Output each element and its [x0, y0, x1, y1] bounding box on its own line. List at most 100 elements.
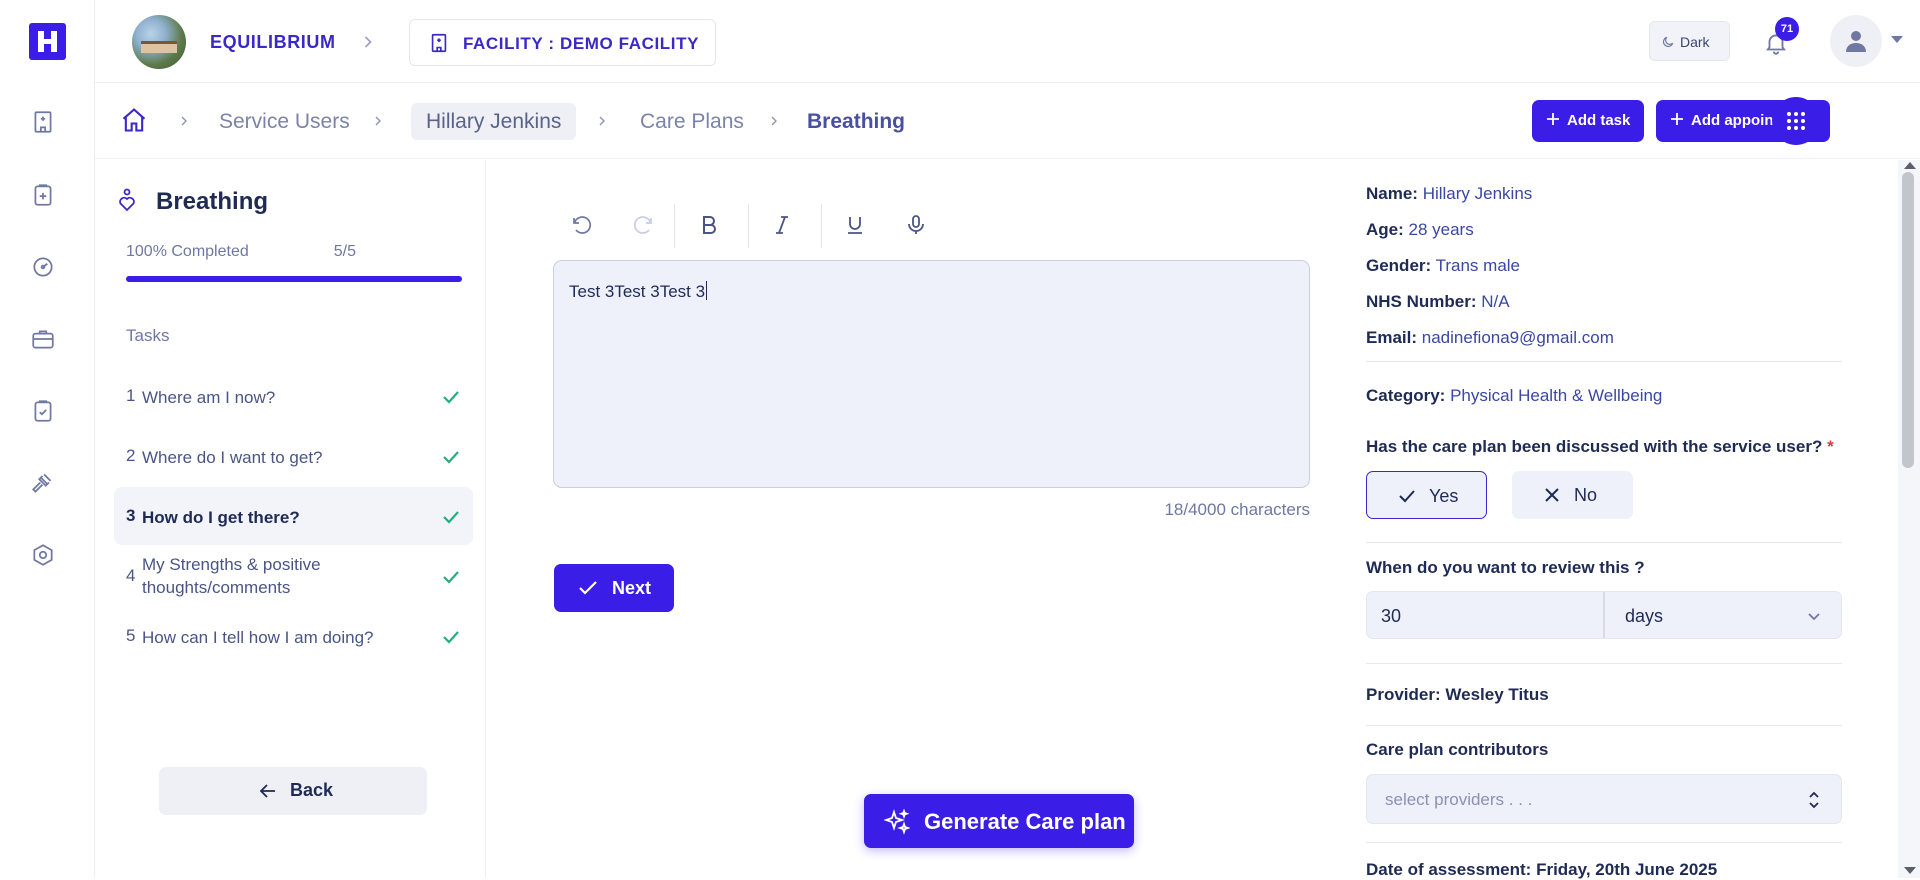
undo-icon[interactable]: [570, 213, 594, 237]
back-label: Back: [290, 780, 334, 800]
detail-age: Age: 28 years: [1366, 220, 1474, 239]
chevron-right-icon: [358, 32, 378, 52]
chevron-right-icon: [766, 113, 782, 129]
scrollbar[interactable]: [1898, 160, 1920, 878]
task-number: 1: [126, 386, 136, 405]
facility-name: FACILITY : DEMO FACILITY: [463, 34, 700, 53]
building-icon: [428, 32, 450, 54]
breadcrumb-service-user-name[interactable]: Hillary Jenkins: [411, 103, 577, 140]
add-task-label: Add task: [1567, 112, 1631, 129]
generate-care-plan-label: Generate Care plan: [924, 809, 1126, 834]
task-number: 2: [126, 446, 136, 465]
editor-content: Test 3Test 3Test 3: [569, 282, 706, 301]
detail-assessment-date: Date of assessment: Friday, 20th June 20…: [1366, 860, 1718, 879]
breadcrumb-service-users[interactable]: Service Users: [219, 110, 350, 134]
task-item-active[interactable]: 3 How do I get there?: [114, 487, 473, 545]
detail-category: Category: Physical Health & Wellbeing: [1366, 386, 1663, 405]
task-item[interactable]: 2 Where do I want to get?: [114, 427, 473, 485]
check-icon: [441, 627, 461, 647]
divider: [1366, 542, 1842, 543]
no-label: No: [1574, 485, 1598, 505]
notification-badge: 71: [1775, 17, 1799, 41]
dark-mode-toggle[interactable]: Dark: [1649, 21, 1730, 61]
back-button[interactable]: Back: [159, 767, 427, 815]
detail-nhs-number: NHS Number: N/A: [1366, 292, 1510, 311]
organisation-avatar[interactable]: [132, 15, 186, 69]
user-avatar[interactable]: [1830, 15, 1882, 67]
no-option-button[interactable]: No: [1512, 471, 1633, 519]
task-label: How can I tell how I am doing?: [142, 628, 374, 647]
microphone-icon[interactable]: [904, 213, 928, 237]
sparkles-icon: [884, 809, 910, 835]
breadcrumb-current: Breathing: [807, 110, 906, 133]
checklist-icon[interactable]: [30, 398, 56, 424]
editor-area: Test 3Test 3Test 3 18/4000 characters Ne…: [486, 160, 1336, 878]
task-item[interactable]: 1 Where am I now?: [114, 367, 473, 425]
generate-care-plan-button[interactable]: Generate Care plan: [864, 794, 1134, 848]
moon-icon: [1661, 35, 1675, 49]
breadcrumb: Service Users Hillary Jenkins Care Plans…: [95, 84, 1920, 159]
task-number: 5: [126, 626, 136, 645]
nav-rail: [0, 0, 95, 878]
redo-icon[interactable]: [631, 213, 655, 237]
check-icon: [1399, 490, 1415, 503]
italic-icon[interactable]: [770, 213, 794, 237]
task-item[interactable]: 5 How can I tell how I am doing?: [114, 607, 473, 665]
check-icon: [441, 507, 461, 527]
add-task-button[interactable]: Add task: [1532, 100, 1644, 142]
user-menu-caret-icon[interactable]: [1891, 36, 1903, 43]
app-logo[interactable]: [29, 23, 66, 60]
chevron-right-icon: [370, 113, 386, 129]
grid-icon: [1787, 112, 1805, 130]
task-item[interactable]: 4 My Strengths & positive thoughts/comme…: [114, 547, 473, 605]
divider: [1366, 361, 1842, 362]
progress-bar: [126, 276, 462, 282]
apps-grid-button[interactable]: [1772, 97, 1820, 145]
home-icon[interactable]: [120, 106, 148, 134]
next-button[interactable]: Next: [554, 564, 674, 612]
organisation-name[interactable]: EQUILIBRIUM: [210, 32, 336, 53]
scroll-thumb[interactable]: [1902, 172, 1914, 468]
close-icon: [1545, 488, 1559, 502]
yes-option-button[interactable]: Yes: [1366, 471, 1487, 519]
task-label: My Strengths & positive thoughts/comment…: [142, 555, 321, 597]
check-icon: [441, 387, 461, 407]
toolbar-divider: [748, 204, 749, 248]
arrow-left-icon: [259, 784, 275, 798]
review-value-input[interactable]: 30: [1381, 606, 1401, 627]
gauge-icon[interactable]: [30, 254, 56, 280]
care-plan-title: Breathing: [156, 188, 269, 215]
dark-mode-label: Dark: [1680, 34, 1710, 50]
yes-label: Yes: [1429, 486, 1459, 506]
top-bar: EQUILIBRIUM FACILITY : DEMO FACILITY Dar…: [95, 0, 1920, 83]
briefcase-icon[interactable]: [30, 326, 56, 352]
progress-fill: [126, 276, 462, 282]
building-icon[interactable]: [30, 109, 56, 135]
chevron-updown-icon: [1809, 791, 1819, 809]
settings-hex-icon[interactable]: [30, 542, 56, 568]
medical-clipboard-icon[interactable]: [30, 182, 56, 208]
detail-email: Email: nadinefiona9@gmail.com: [1366, 328, 1614, 347]
service-user-details: Name: Hillary Jenkins Age: 28 years Gend…: [1336, 160, 1878, 879]
underline-icon[interactable]: [843, 213, 867, 237]
scroll-up-arrow-icon[interactable]: [1904, 162, 1916, 169]
bold-icon[interactable]: [697, 213, 721, 237]
progress-count: 5/5: [333, 243, 356, 260]
review-unit-select[interactable]: days: [1625, 606, 1663, 627]
divider: [1366, 842, 1842, 843]
detail-gender: Gender: Trans male: [1366, 256, 1521, 275]
gavel-icon[interactable]: [30, 470, 56, 496]
text-cursor: [706, 281, 708, 300]
facility-selector[interactable]: FACILITY : DEMO FACILITY: [409, 19, 716, 66]
toolbar-divider: [821, 204, 822, 248]
breadcrumb-care-plans[interactable]: Care Plans: [640, 110, 744, 134]
contributors-select[interactable]: select providers . . .: [1366, 774, 1842, 824]
detail-provider: Provider: Wesley Titus: [1366, 685, 1549, 704]
review-question: When do you want to review this ?: [1366, 558, 1645, 577]
task-number: 3: [126, 506, 136, 525]
task-number: 4: [126, 566, 136, 585]
character-count: 18/4000 characters: [1164, 500, 1310, 519]
contributors-placeholder: select providers . . .: [1385, 790, 1533, 809]
scroll-down-arrow-icon[interactable]: [1904, 867, 1916, 874]
rich-text-editor[interactable]: Test 3Test 3Test 3: [553, 260, 1310, 488]
